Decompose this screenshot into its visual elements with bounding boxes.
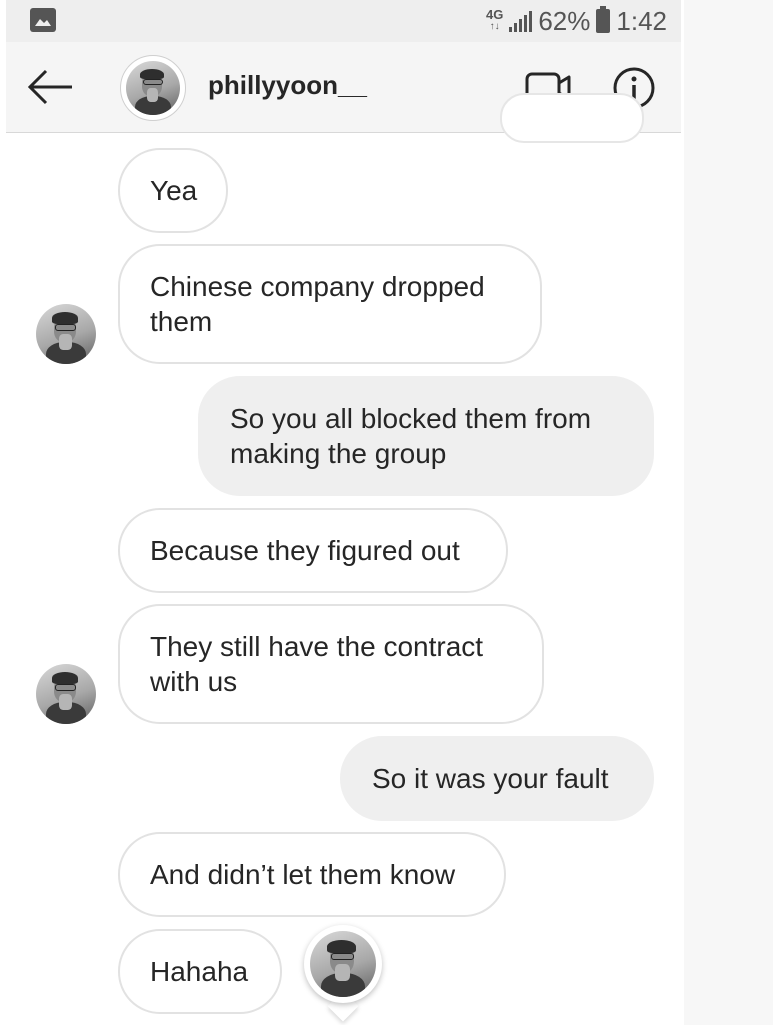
- signal-icon: [509, 10, 533, 32]
- avatar: [310, 931, 376, 997]
- message-text: So you all blocked them from making the …: [230, 403, 592, 469]
- background-margin: [684, 0, 773, 1025]
- instagram-direct-screen: 4G ↑↓ 62% 1:42 phillyyoon__ Yea Chinese …: [0, 0, 684, 1025]
- arrow-left-icon: [27, 69, 72, 105]
- avatar[interactable]: [36, 304, 96, 364]
- message-text: Yea: [150, 175, 198, 206]
- network-type: 4G ↑↓: [486, 7, 504, 32]
- message-bubble[interactable]: So you all blocked them from making the …: [198, 376, 654, 496]
- message-text: Hahaha: [150, 956, 249, 987]
- message-text: Chinese company dropped them: [150, 271, 485, 337]
- back-button[interactable]: [26, 67, 76, 107]
- avatar[interactable]: [36, 664, 96, 724]
- message-thread[interactable]: Yea Chinese company dropped them So you …: [0, 93, 684, 1025]
- message-bubble[interactable]: And didn’t let them know: [118, 832, 506, 917]
- avatar: [126, 61, 180, 115]
- message-bubble-partial: [500, 93, 644, 143]
- battery-icon: [596, 6, 611, 33]
- message-bubble[interactable]: Yea: [118, 148, 228, 233]
- username[interactable]: phillyyoon__: [208, 70, 367, 101]
- message-bubble[interactable]: Because they figured out: [118, 508, 508, 593]
- message-text: And didn’t let them know: [150, 859, 456, 890]
- seen-indicator: [304, 925, 384, 1022]
- message-bubble[interactable]: They still have the contract with us: [118, 604, 544, 724]
- message-bubble[interactable]: Hahaha: [118, 929, 282, 1014]
- message-bubble[interactable]: Chinese company dropped them: [118, 244, 542, 364]
- status-bar-right: 4G ↑↓ 62% 1:42: [486, 4, 667, 38]
- message-text: So it was your fault: [372, 763, 609, 794]
- message-text: They still have the contract with us: [150, 631, 484, 697]
- message-bubble[interactable]: So it was your fault: [340, 736, 654, 821]
- header-avatar[interactable]: [120, 55, 186, 121]
- battery-percent: 62%: [538, 5, 591, 36]
- clock-time: 1:42: [616, 5, 667, 36]
- status-bar: 4G ↑↓ 62% 1:42: [6, 0, 681, 42]
- message-text: Because they figured out: [150, 535, 460, 566]
- gallery-icon: [30, 8, 56, 32]
